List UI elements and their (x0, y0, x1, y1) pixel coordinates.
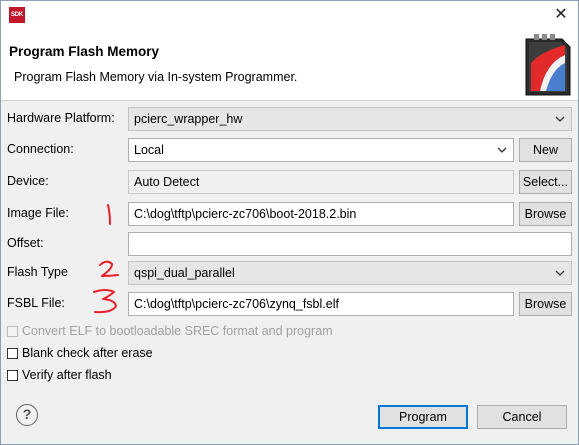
verify-label[interactable]: Verify after flash (22, 368, 112, 382)
connection-select[interactable]: Local (128, 138, 514, 162)
fsbl-file-input[interactable]: C:\dog\tftp\pcierc-zc706\zynq_fsbl.elf (128, 292, 514, 316)
help-icon[interactable]: ? (16, 404, 38, 426)
hardware-platform-value: pcierc_wrapper_hw (134, 112, 243, 126)
chevron-down-icon (497, 147, 507, 153)
browse-fsbl-button[interactable]: Browse (519, 292, 572, 316)
flash-type-label: Flash Type (7, 265, 68, 279)
program-flash-dialog: SDK ✕ Program Flash Memory Program Flash… (0, 0, 579, 445)
dialog-header: Program Flash Memory Program Flash Memor… (1, 30, 578, 101)
new-connection-button[interactable]: New (519, 138, 572, 162)
blank-check-checkbox[interactable] (7, 347, 18, 359)
page-title: Program Flash Memory (9, 44, 160, 59)
convert-elf-option: Convert ELF to bootloadable SREC format … (7, 323, 333, 339)
device-label: Device: (7, 174, 49, 188)
page-description: Program Flash Memory via In-system Progr… (14, 70, 298, 84)
sdk-app-icon: SDK (9, 7, 25, 23)
connection-label: Connection: (7, 142, 74, 156)
chevron-down-icon (555, 116, 565, 122)
verify-option[interactable]: Verify after flash (7, 367, 112, 383)
connection-value: Local (134, 143, 164, 157)
convert-elf-checkbox (7, 325, 18, 337)
cancel-button[interactable]: Cancel (477, 405, 567, 429)
flash-type-select[interactable]: qspi_dual_parallel (128, 261, 572, 285)
hardware-platform-select[interactable]: pcierc_wrapper_hw (128, 107, 572, 131)
blank-check-label[interactable]: Blank check after erase (22, 346, 153, 360)
image-file-label: Image File: (7, 206, 69, 220)
chevron-down-icon (555, 270, 565, 276)
image-file-input[interactable]: C:\dog\tftp\pcierc-zc706\boot-2018.2.bin (128, 202, 514, 226)
blank-check-option[interactable]: Blank check after erase (7, 345, 153, 361)
fsbl-file-label: FSBL File: (7, 296, 65, 310)
close-icon[interactable]: ✕ (550, 5, 572, 25)
convert-elf-label: Convert ELF to bootloadable SREC format … (22, 324, 333, 338)
select-device-button[interactable]: Select... (519, 170, 572, 194)
flash-type-value: qspi_dual_parallel (134, 266, 235, 280)
program-button[interactable]: Program (378, 405, 468, 429)
flash-memory-banner-icon (525, 34, 571, 96)
browse-image-button[interactable]: Browse (519, 202, 572, 226)
title-bar: SDK ✕ (1, 1, 578, 30)
hardware-platform-label: Hardware Platform: (7, 111, 115, 125)
offset-input[interactable] (128, 232, 572, 256)
offset-label: Offset: (7, 236, 44, 250)
verify-checkbox[interactable] (7, 369, 18, 381)
device-field: Auto Detect (128, 170, 514, 194)
